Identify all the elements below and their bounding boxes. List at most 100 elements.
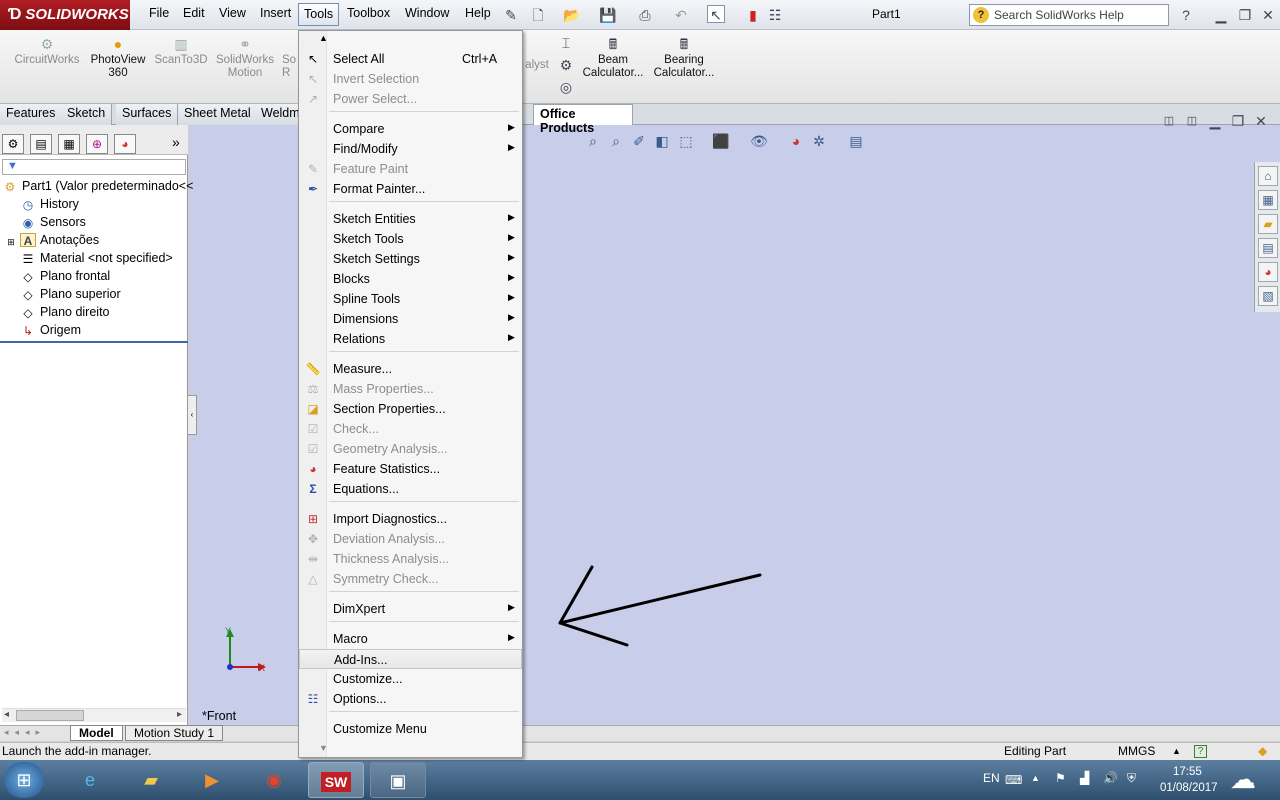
- simulation-button-partial[interactable]: So R: [282, 36, 298, 80]
- panel-collapse-handle[interactable]: ‹: [187, 395, 197, 435]
- menu-tools[interactable]: Tools: [298, 3, 340, 26]
- display-manager-tab-icon[interactable]: ◕: [114, 134, 136, 154]
- tree-item-annotations[interactable]: ⊞ A Anotações: [6, 233, 99, 249]
- menu-select-all[interactable]: ↖ Select All Ctrl+A: [299, 49, 522, 69]
- tab-model[interactable]: Model: [70, 725, 123, 741]
- menu-invert-selection[interactable]: ↖ Invert Selection: [299, 69, 522, 89]
- menu-import-diagnostics[interactable]: ⊞ Import Diagnostics...: [299, 509, 522, 529]
- menu-view[interactable]: View: [219, 6, 246, 20]
- menu-dimxpert[interactable]: DimXpert ▶: [299, 599, 522, 619]
- options-icon[interactable]: ☷: [766, 6, 784, 24]
- select-pointer-icon[interactable]: ↖: [707, 5, 725, 23]
- security-icon[interactable]: ⛨: [1127, 771, 1136, 786]
- view-palette-icon[interactable]: ▤: [1258, 238, 1278, 258]
- beam-small-icon[interactable]: ⌶: [557, 34, 575, 52]
- custom-properties-icon[interactable]: ▧: [1258, 286, 1278, 306]
- previous-view-icon[interactable]: ✐: [630, 132, 648, 150]
- close-window-icon[interactable]: ✕: [1259, 6, 1277, 24]
- tree-filter-input[interactable]: ▼: [2, 159, 186, 175]
- show-hidden-icons[interactable]: ▲: [1031, 773, 1040, 783]
- tree-item-history[interactable]: ◷ History: [20, 197, 79, 212]
- tab-office-products[interactable]: Office Products: [533, 104, 633, 135]
- scroll-right-icon[interactable]: ▸: [177, 709, 182, 720]
- menu-options[interactable]: ☷ Options...: [299, 689, 522, 709]
- menu-relations[interactable]: Relations ▶: [299, 329, 522, 349]
- volume-icon[interactable]: 🔊: [1103, 771, 1118, 785]
- expand-chevron-icon[interactable]: »: [172, 134, 180, 150]
- tree-item-material[interactable]: ☰ Material <not specified>: [20, 251, 173, 266]
- action-center-icon[interactable]: ⚑: [1055, 771, 1066, 785]
- hide-show-items-icon[interactable]: 👁: [750, 132, 768, 150]
- menu-spline-tools[interactable]: Spline Tools ▶: [299, 289, 522, 309]
- tree-item-origin[interactable]: ↳ Origem: [20, 323, 81, 338]
- scroll-left-icon[interactable]: ◂: [4, 709, 9, 720]
- menu-section-properties[interactable]: ◪ Section Properties...: [299, 399, 522, 419]
- clock-time[interactable]: 17:55: [1173, 766, 1202, 778]
- keyboard-icon[interactable]: ⌨: [1005, 773, 1022, 787]
- menu-symmetry-check[interactable]: △ Symmetry Check...: [299, 569, 522, 589]
- tree-item-right-plane[interactable]: ◇ Plano direito: [20, 305, 109, 320]
- menu-feature-paint[interactable]: ✎ Feature Paint: [299, 159, 522, 179]
- units-up-arrow-icon[interactable]: ▲: [1172, 743, 1181, 760]
- tree-item-part[interactable]: ⚙ Part1 (Valor predeterminado<<: [2, 179, 194, 194]
- zoom-to-fit-icon[interactable]: ⌕: [584, 132, 602, 150]
- menu-add-ins[interactable]: Add-Ins...: [299, 649, 522, 669]
- tab-sketch[interactable]: Sketch: [61, 104, 113, 125]
- menu-format-painter[interactable]: ✒ Format Painter...: [299, 179, 522, 199]
- menu-edit[interactable]: Edit: [183, 6, 205, 20]
- expand-plus-icon[interactable]: ⊞: [6, 235, 16, 249]
- menu-toolbox[interactable]: Toolbox: [347, 6, 390, 20]
- tree-item-front-plane[interactable]: ◇ Plano frontal: [20, 269, 110, 284]
- appearances-icon[interactable]: ◕: [1258, 262, 1278, 282]
- solidworks-resources-icon[interactable]: ⌂: [1258, 166, 1278, 186]
- tile-right-icon[interactable]: ◫: [1183, 112, 1201, 130]
- tab-surfaces[interactable]: Surfaces: [116, 104, 179, 125]
- solidworks-motion-button[interactable]: ⚭ SolidWorks Motion: [212, 36, 278, 80]
- network-icon[interactable]: ▟: [1080, 771, 1089, 785]
- view-orientation-icon[interactable]: ⬚: [677, 132, 695, 150]
- tree-item-top-plane[interactable]: ◇ Plano superior: [20, 287, 120, 302]
- open-folder-icon[interactable]: 📂: [563, 6, 581, 24]
- menu-dimensions[interactable]: Dimensions ▶: [299, 309, 522, 329]
- menu-sketch-entities[interactable]: Sketch Entities ▶: [299, 209, 522, 229]
- menu-power-select[interactable]: ↗ Power Select...: [299, 89, 522, 109]
- zoom-to-area-icon[interactable]: ⌕: [607, 132, 625, 150]
- clock-date[interactable]: 01/08/2017: [1160, 782, 1218, 794]
- search-input[interactable]: ? Search SolidWorks Help: [969, 4, 1169, 26]
- menu-mass-properties[interactable]: ⚖ Mass Properties...: [299, 379, 522, 399]
- start-button-icon[interactable]: ⊞: [4, 762, 44, 798]
- bearing-calculator-button[interactable]: 🖩 Bearing Calculator...: [650, 36, 718, 80]
- design-library-icon[interactable]: ▦: [1258, 190, 1278, 210]
- feature-tree-tab-icon[interactable]: ⚙: [2, 134, 24, 154]
- remote-desktop-icon[interactable]: ▣: [370, 762, 426, 798]
- view-settings-icon[interactable]: ▤: [847, 132, 865, 150]
- menu-window[interactable]: Window: [405, 6, 449, 20]
- rollback-bar[interactable]: [0, 341, 188, 343]
- tab-features[interactable]: Features: [0, 104, 63, 125]
- solidworks-logo[interactable]: Ɗ SOLIDWORKS: [0, 0, 130, 30]
- scroll-thumb[interactable]: [16, 710, 84, 721]
- apply-scene-icon[interactable]: ✲: [810, 132, 828, 150]
- menu-scroll-up-icon[interactable]: ▲: [319, 33, 328, 43]
- pin-icon[interactable]: ✎: [502, 6, 520, 24]
- doc-restore-icon[interactable]: ❐: [1229, 112, 1247, 130]
- tree-item-sensors[interactable]: ◉ Sensors: [20, 215, 86, 230]
- file-explorer-icon[interactable]: ▰: [1258, 214, 1278, 234]
- menu-insert[interactable]: Insert: [260, 6, 291, 20]
- restore-window-icon[interactable]: ❐: [1236, 6, 1254, 24]
- property-manager-tab-icon[interactable]: ▤: [30, 134, 52, 154]
- rebuild-icon[interactable]: ▮: [744, 6, 762, 24]
- doc-minimize-icon[interactable]: ▁: [1206, 112, 1224, 130]
- horizontal-scrollbar[interactable]: ◂ ▸: [2, 708, 186, 722]
- language-indicator[interactable]: EN: [983, 771, 1000, 785]
- menu-scroll-down-icon[interactable]: ▼: [319, 743, 328, 753]
- beam-calculator-button[interactable]: 🖩 Beam Calculator...: [582, 36, 644, 80]
- display-style-icon[interactable]: ⬛: [712, 132, 730, 150]
- menu-feature-statistics[interactable]: ◕ Feature Statistics...: [299, 459, 522, 479]
- fastener-icon[interactable]: ⚙: [557, 56, 575, 74]
- print-icon[interactable]: ⎙: [636, 6, 654, 24]
- tab-motion-study[interactable]: Motion Study 1: [125, 725, 224, 741]
- menu-customize-menu[interactable]: Customize Menu: [299, 719, 522, 739]
- section-view-icon[interactable]: ◧: [653, 132, 671, 150]
- menu-geometry-analysis[interactable]: ☑ Geometry Analysis...: [299, 439, 522, 459]
